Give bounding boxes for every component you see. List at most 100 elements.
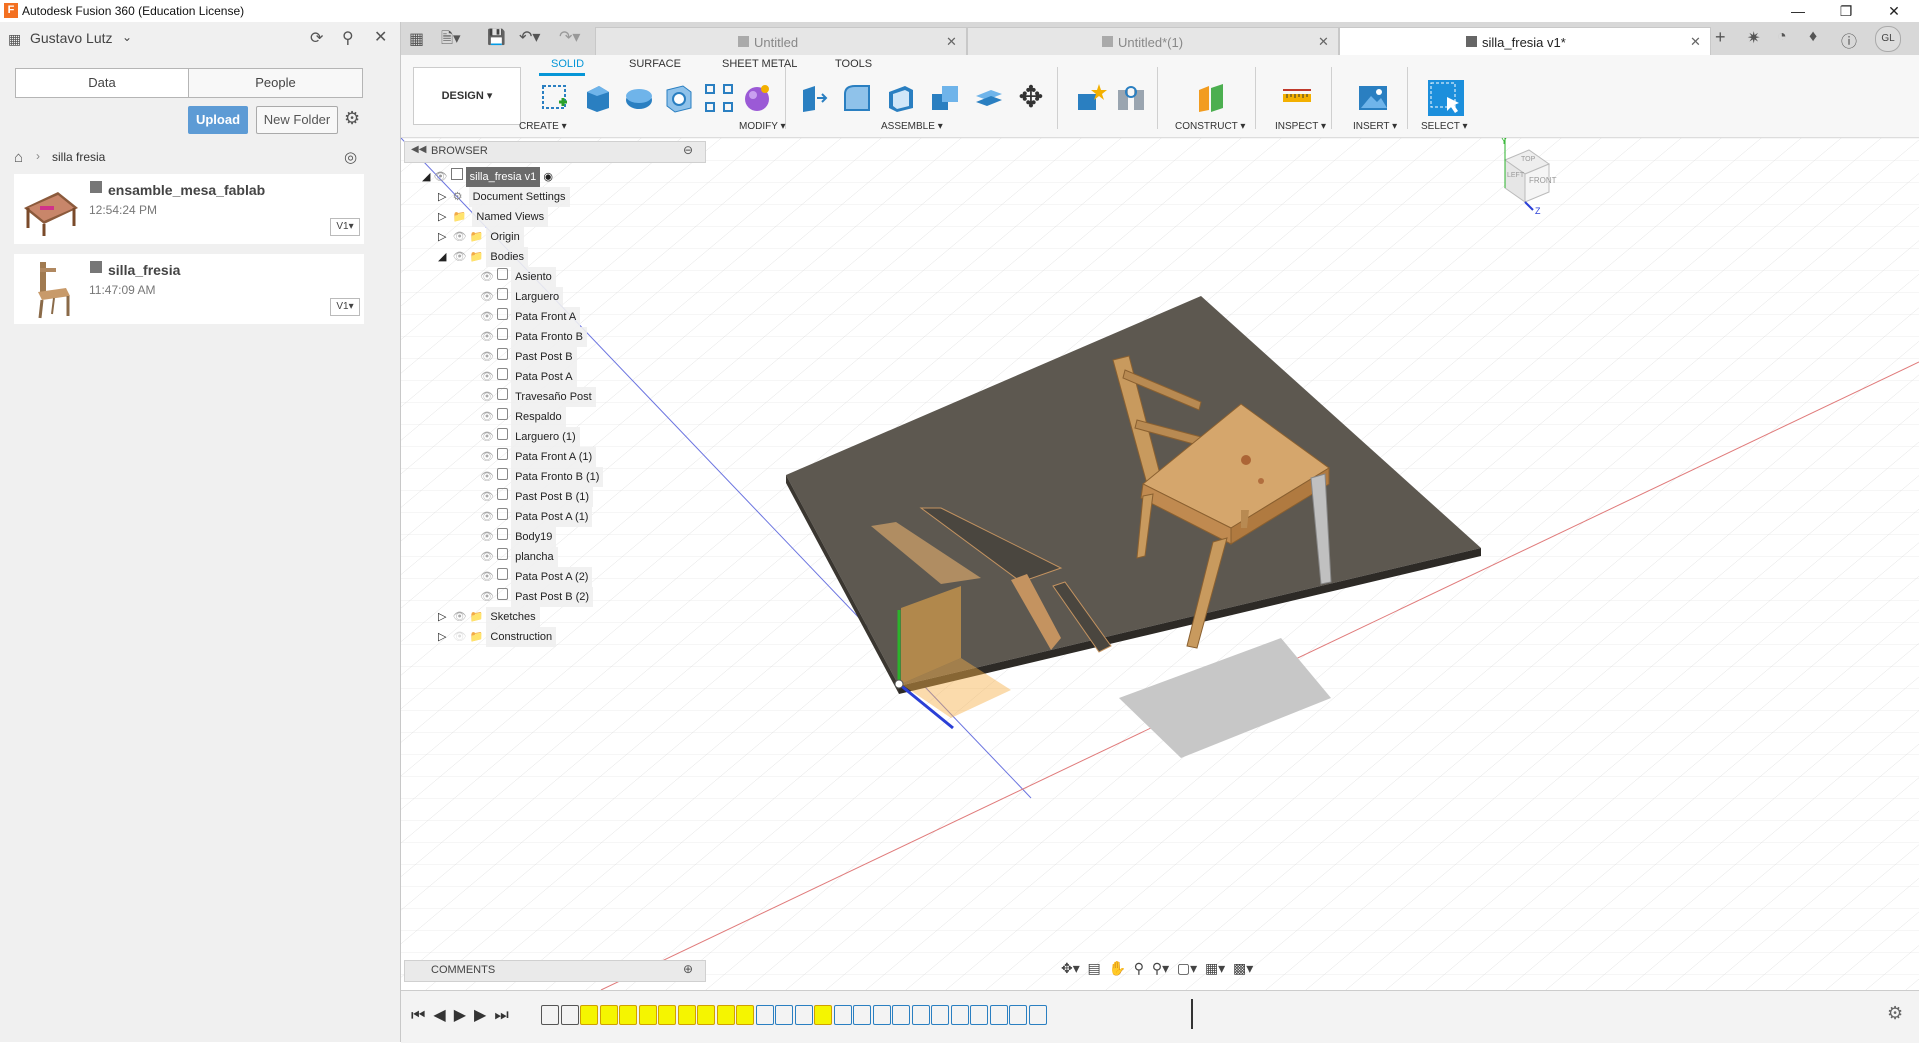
browser-body-item[interactable]: 👁 Body19: [480, 527, 557, 547]
close-tab-icon[interactable]: ✕: [1318, 34, 1329, 50]
split-body-icon[interactable]: [973, 82, 1005, 114]
timeline-feature-icon[interactable]: [892, 1005, 910, 1025]
look-at-icon[interactable]: ▤: [1088, 960, 1101, 976]
browser-body-item[interactable]: 👁 Asiento: [480, 267, 556, 287]
pan-icon[interactable]: ✋: [1109, 960, 1126, 976]
eye-icon[interactable]: 👁: [480, 391, 494, 403]
tab-tools[interactable]: TOOLS: [835, 58, 872, 70]
timeline-feature-icon[interactable]: [716, 1005, 735, 1025]
tab-solid[interactable]: SOLID: [551, 58, 584, 70]
collapse-triangle-icon[interactable]: ◢: [422, 171, 430, 183]
tab-untitled[interactable]: Untitled ✕: [595, 27, 967, 56]
avatar[interactable]: GL: [1875, 26, 1901, 52]
job-status-icon[interactable]: ◔: [1777, 28, 1787, 46]
timeline-feature-icon[interactable]: [911, 1005, 930, 1025]
version-dropdown[interactable]: V1▾: [330, 218, 360, 236]
browser-body-item[interactable]: 👁 Respaldo: [480, 407, 566, 427]
timeline-feature-icon[interactable]: [755, 1005, 774, 1025]
create-form-icon[interactable]: [741, 82, 773, 114]
new-tab-icon[interactable]: +: [1715, 27, 1726, 48]
activate-radio-icon[interactable]: ◉: [543, 171, 553, 183]
user-name[interactable]: Gustavo Lutz: [30, 30, 113, 46]
select-icon[interactable]: [1427, 79, 1465, 117]
close-tab-icon[interactable]: ✕: [946, 34, 957, 50]
timeline-marker[interactable]: [1191, 999, 1193, 1029]
breadcrumb[interactable]: silla fresia: [52, 150, 105, 164]
timeline-feature-icon[interactable]: [677, 1005, 696, 1025]
expand-triangle-icon[interactable]: ▷: [438, 191, 446, 203]
fillet-icon[interactable]: [841, 82, 873, 114]
timeline-feature-icon[interactable]: [872, 1005, 891, 1025]
collapse-icon[interactable]: ◀◀: [411, 144, 426, 155]
extensions-icon[interactable]: ✷: [1747, 28, 1760, 48]
new-folder-button[interactable]: New Folder: [256, 106, 338, 134]
eye-icon[interactable]: 👁: [480, 411, 494, 423]
eye-icon[interactable]: 👁: [480, 471, 494, 483]
browser-body-item[interactable]: 👁 plancha: [480, 547, 558, 567]
browser-item-sketches[interactable]: ▷ 👁 📁 Sketches: [438, 607, 540, 627]
expand-triangle-icon[interactable]: ▷: [438, 211, 446, 223]
canvas-viewport[interactable]: TOP FRONT LEFT Z Y ✥▾ ▤ ✋ ⚲ ⚲▾ ▢▾ ▦▾ ▩▾: [401, 138, 1919, 990]
hole-icon[interactable]: [663, 82, 695, 114]
tab-surface[interactable]: SURFACE: [629, 58, 681, 70]
file-menu-icon[interactable]: 🗎▾: [441, 28, 461, 53]
go-to-end-icon[interactable]: ⏭: [494, 1007, 516, 1024]
grid-icon[interactable]: ▦: [409, 29, 424, 49]
viewcube-front[interactable]: FRONT: [1529, 176, 1557, 185]
view-cube[interactable]: TOP FRONT LEFT Z Y: [1485, 138, 1565, 218]
collapse-triangle-icon[interactable]: ◢: [438, 251, 446, 263]
step-forward-icon[interactable]: ▶: [474, 1007, 494, 1024]
browser-body-item[interactable]: 👁 Larguero: [480, 287, 564, 307]
offset-plane-icon[interactable]: [1195, 82, 1227, 114]
minus-circle-icon[interactable]: ⊖: [683, 143, 693, 157]
eye-icon[interactable]: 👁: [480, 431, 494, 443]
search-icon[interactable]: ⚲: [342, 28, 354, 48]
timeline-feature-icon[interactable]: [853, 1005, 871, 1025]
model-scene[interactable]: [401, 138, 1919, 990]
browser-body-item[interactable]: 👁 Pata Post A (2): [480, 567, 593, 587]
tab-untitled-1[interactable]: Untitled*(1) ✕: [967, 27, 1339, 56]
orbit-icon[interactable]: ✥▾: [1061, 960, 1080, 976]
timeline-feature-icon[interactable]: [833, 1005, 852, 1025]
insert-menu[interactable]: INSERT ▾: [1353, 121, 1397, 132]
apps-grid-icon[interactable]: ▦: [8, 31, 21, 48]
timeline-feature-icon[interactable]: [619, 1005, 637, 1025]
pattern-icon[interactable]: [703, 82, 735, 114]
plus-circle-icon[interactable]: ⊕: [683, 962, 693, 976]
file-card[interactable]: silla_fresia 11:47:09 AM V1▾: [14, 254, 364, 324]
eye-icon[interactable]: 👁: [434, 171, 448, 183]
viewcube-left[interactable]: LEFT: [1507, 172, 1524, 179]
eye-icon[interactable]: 👁: [480, 271, 494, 283]
timeline-feature-icon[interactable]: [794, 1005, 813, 1025]
viewports-icon[interactable]: ▩▾: [1233, 960, 1253, 976]
browser-body-item[interactable]: 👁 Travesaño Post: [480, 387, 596, 407]
create-sketch-icon[interactable]: [539, 82, 571, 114]
browser-body-item[interactable]: 👁 Pata Fronto B (1): [480, 467, 604, 487]
close-window-icon[interactable]: ✕: [1871, 0, 1917, 22]
eye-icon[interactable]: 👁: [480, 511, 494, 523]
eye-hidden-icon[interactable]: 👁: [453, 631, 467, 643]
timeline-feature-icon[interactable]: [970, 1005, 988, 1025]
press-pull-icon[interactable]: [797, 82, 829, 114]
timeline-feature-icon[interactable]: [950, 1005, 969, 1025]
browser-body-item[interactable]: 👁 Pata Front A (1): [480, 447, 597, 467]
timeline-feature-icon[interactable]: [658, 1005, 676, 1025]
help-icon[interactable]: ⓘ: [1841, 28, 1857, 52]
tab-data[interactable]: Data: [15, 68, 189, 98]
go-to-start-icon[interactable]: ⏮: [411, 1007, 433, 1024]
browser-body-item[interactable]: 👁 Past Post B (2): [480, 587, 594, 607]
expand-triangle-icon[interactable]: ▷: [438, 611, 446, 623]
timeline-feature-icon[interactable]: [638, 1005, 657, 1025]
eye-icon[interactable]: 👁: [453, 611, 467, 623]
browser-item-bodies[interactable]: ◢ 👁 📁 Bodies: [438, 247, 529, 267]
expand-triangle-icon[interactable]: ▷: [438, 231, 446, 243]
origin-point[interactable]: [894, 679, 904, 689]
close-tab-icon[interactable]: ✕: [1690, 34, 1701, 50]
browser-item-named-views[interactable]: ▷ 📁 Named Views: [438, 207, 549, 227]
tab-silla-fresia[interactable]: silla_fresia v1* ✕: [1339, 27, 1711, 56]
eye-icon[interactable]: 👁: [480, 571, 494, 583]
workspace-switcher[interactable]: DESIGN ▾: [413, 67, 521, 125]
eye-icon[interactable]: 👁: [480, 451, 494, 463]
browser-item-origin[interactable]: ▷ 👁 📁 Origin: [438, 227, 524, 247]
timeline-feature-icon[interactable]: [541, 1005, 559, 1025]
